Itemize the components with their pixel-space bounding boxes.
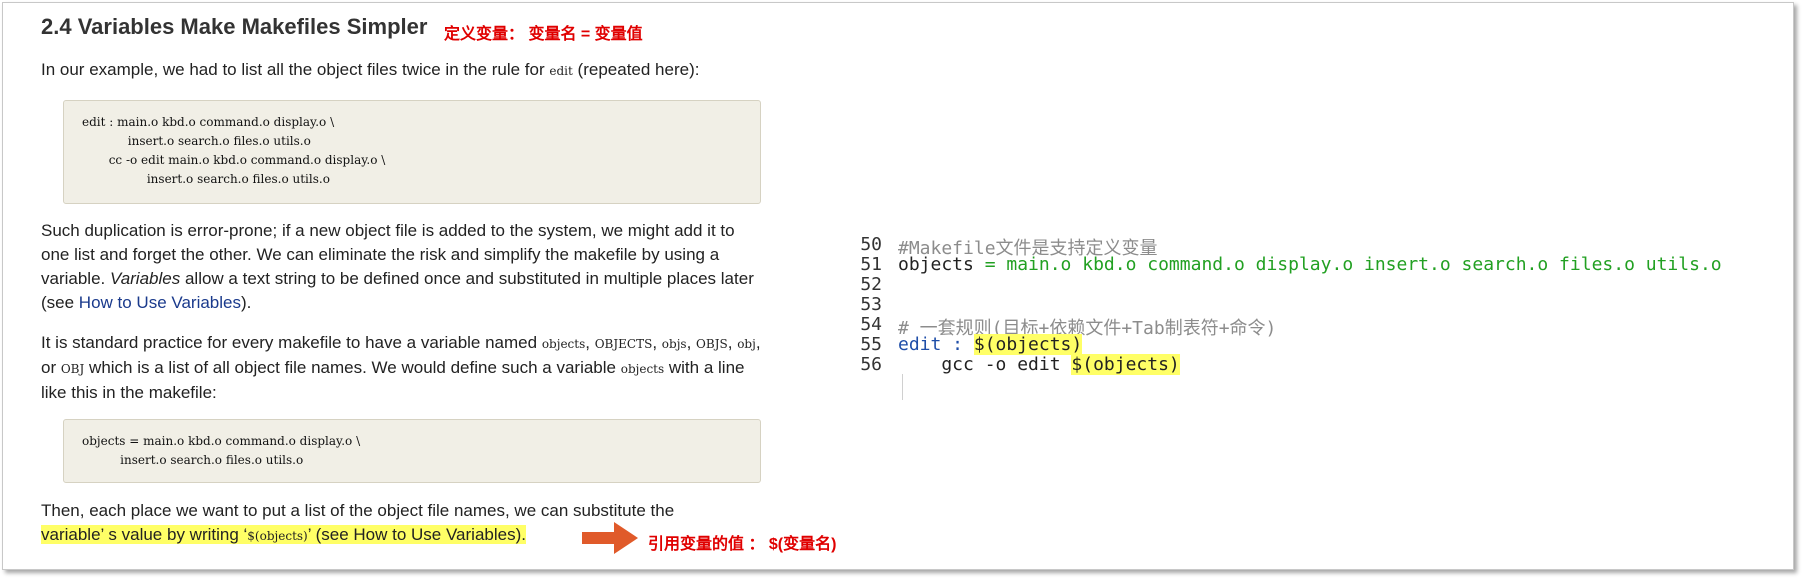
code-line: objects = main.o kbd.o command.o display… <box>898 254 1722 275</box>
line-number: 56 <box>860 354 882 375</box>
hl-text-after: ’ (see How to Use Variables). <box>307 525 526 544</box>
inline-code: obj <box>737 337 756 351</box>
para3-text: , <box>652 333 662 352</box>
line-number: 54 <box>860 314 882 335</box>
intro-text-after: (repeated here): <box>572 60 700 79</box>
inline-code: $(objects) <box>247 529 308 543</box>
how-to-use-variables-link[interactable]: How to Use Variables <box>79 293 241 312</box>
code-token: = main.o kbd.o command.o display.o inser… <box>984 254 1722 275</box>
intro-text: In our example, we had to list all the o… <box>41 60 550 79</box>
code-block-edit-rule: edit : main.o kbd.o command.o display.o … <box>63 100 761 204</box>
inline-code: objects <box>541 337 586 351</box>
para3-text: It is standard practice for every makefi… <box>41 333 542 352</box>
inline-code: OBJS <box>696 337 728 351</box>
line-number: 55 <box>860 334 882 355</box>
line-number: 51 <box>860 254 882 275</box>
code-line: gcc -o edit $(objects) <box>898 354 1180 375</box>
inline-code: OBJECTS <box>594 337 653 351</box>
code-token: objects <box>898 254 985 275</box>
duplication-paragraph: Such duplication is error-prone; if a ne… <box>41 219 761 315</box>
line-number: 52 <box>860 274 882 295</box>
code-line: edit : $(objects) <box>898 334 1083 355</box>
code-token: $(objects) <box>973 334 1083 355</box>
indent-guide <box>902 374 903 400</box>
line-number: 53 <box>860 294 882 315</box>
para2-emphasis: Variables <box>109 269 181 288</box>
inline-code: objects <box>620 362 665 376</box>
para3-text: , <box>727 333 738 352</box>
code-block-objects-variable: objects = main.o kbd.o command.o display… <box>63 419 761 483</box>
hl-text: variable’ s value by writing ‘ <box>41 525 248 544</box>
inline-code: OBJ <box>60 362 85 376</box>
heading-title: 2.4 Variables Make Makefiles Simpler <box>41 14 428 39</box>
arrow-right-icon <box>582 522 638 554</box>
code-token: $(objects) <box>1071 354 1180 375</box>
code-editor-snippet: .. 50 #Makefile文件是支持定义变量 51 objects = main.… <box>852 226 1792 412</box>
reference-variable-annotation: 引用变量的值 ： $(变量名) <box>648 536 837 553</box>
clipped-line-number-bottom: .. <box>869 404 882 410</box>
line-number: 50 <box>860 234 882 255</box>
intro-paragraph: In our example, we had to list all the o… <box>41 58 761 83</box>
para3-text: which is a list of all object file names… <box>84 358 621 377</box>
standard-practice-paragraph: It is standard practice for every makefi… <box>41 331 761 405</box>
inline-code: objs <box>661 337 687 351</box>
code-token: gcc -o edit <box>898 354 1072 375</box>
intro-code: edit <box>549 64 573 78</box>
highlighted-sentence: variable’ s value by writing ‘$(objects)… <box>41 525 526 544</box>
para3-text: , <box>686 333 697 352</box>
section-heading: 2.4 Variables Make Makefiles Simpler <box>41 14 427 40</box>
para2-text-after: ). <box>241 293 252 312</box>
code-token: edit : <box>898 334 974 355</box>
define-variable-annotation: 定义变量： 变量名 = 变量值 <box>444 26 643 43</box>
para3-text: , <box>585 333 595 352</box>
